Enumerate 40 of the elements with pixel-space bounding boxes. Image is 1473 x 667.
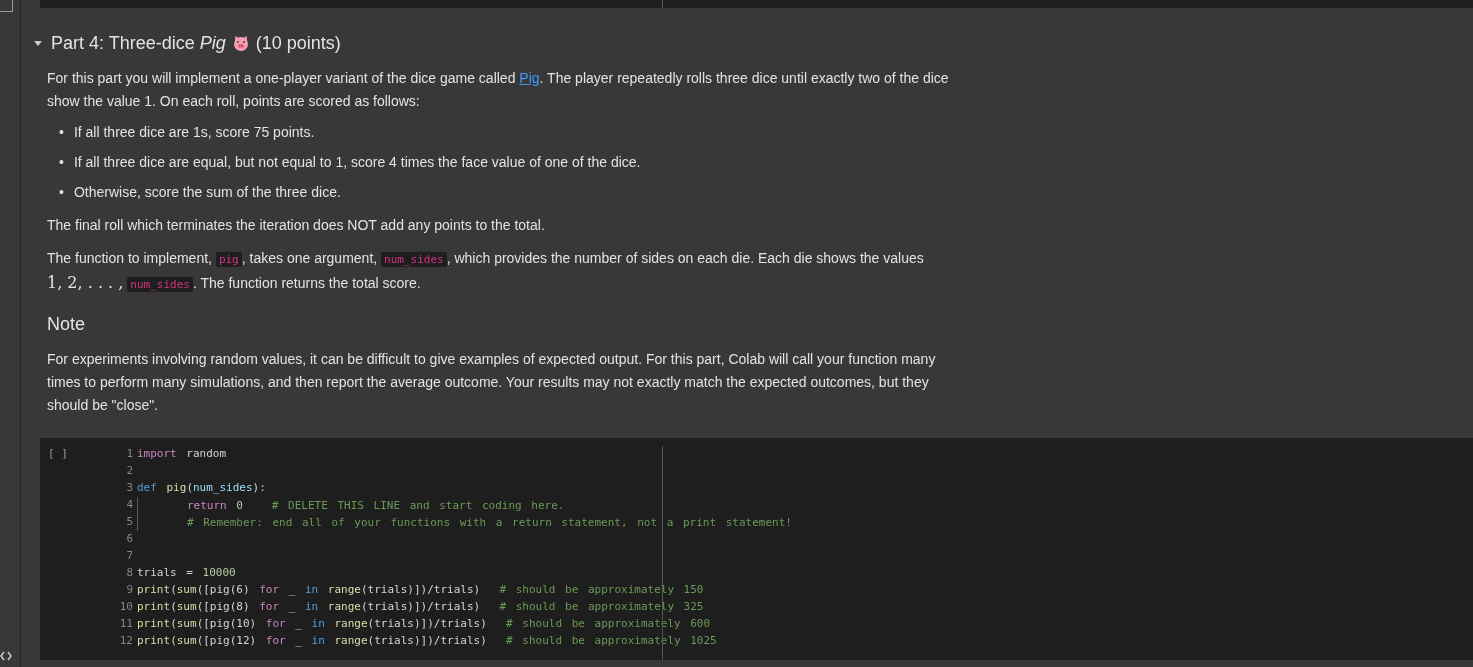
line-number: 8	[125, 565, 134, 581]
function-description: The function to implement, pig , takes one argument, num_sides , which provides the number of sides on each die. Each die shows the values 1, 2, . . . , num_sides . The function returns the total score.	[47, 248, 925, 294]
code-icon[interactable]	[0, 651, 12, 661]
paragraph: The final roll which terminates the iteration does NOT add any points to the total.	[47, 215, 546, 235]
line-number: 3	[125, 480, 134, 496]
line-number: 2	[125, 463, 134, 479]
rule-item: If all three dice are 1s, score 75 points.	[73, 122, 315, 142]
code-line: print(sum([pig(12) for _ in range(trials)])/trials) # should be approximately 1025	[136, 633, 717, 649]
section-points: (10 points)	[255, 31, 341, 55]
rule-item: Otherwise, score the sum of the three dice.	[73, 182, 341, 202]
code-line: # Remember: end all of your functions with a return statement, not a print statement!	[135, 513, 792, 531]
rule-item: If all three dice are equal, but not equal to 1, score 4 times the face value of one of the dice.	[73, 152, 641, 172]
bullet-marker: •	[59, 182, 64, 202]
code-line: print(sum([pig(10) for _ in range(trials)])/trials) # should be approximately 600	[136, 616, 711, 632]
code-line: def pig(num_sides):	[136, 480, 266, 496]
code-line: return 0 # DELETE THIS LINE and start coding here.	[135, 496, 565, 514]
line-number: 6	[125, 531, 134, 547]
note-paragraph: For experiments involving random values, it can be difficult to give examples of expected output. For this part, Colab will call your function many times to perform many simulations, and then report the average outcome. Your results may not exactly match the expected outcomes, but they should be "close".	[47, 349, 937, 415]
bullet-marker: •	[59, 122, 64, 142]
code-cell[interactable]	[40, 437, 1473, 660]
line-number: 7	[125, 548, 134, 564]
code-line: trials = 10000	[136, 565, 236, 581]
cell-bracket	[0, 0, 13, 12]
line-number: 11	[118, 616, 134, 632]
line-number: 5	[125, 514, 134, 530]
line-number: 4	[125, 497, 134, 513]
line-number: 10	[118, 599, 134, 615]
code-line: print(sum([pig(6) for _ in range(trials)])/trials) # should be approximately 150	[136, 582, 704, 598]
note-heading: Note	[47, 312, 87, 336]
line-number: 1	[125, 446, 134, 462]
run-cell-button[interactable]: [ ]	[48, 446, 68, 460]
code-line: import random	[136, 446, 227, 462]
bullet-marker: •	[59, 152, 64, 172]
line-number: 12	[118, 633, 134, 649]
line-number: 9	[125, 582, 134, 598]
pig-face-icon	[231, 34, 250, 53]
section-title: Part 4: Three-dice Pig	[51, 31, 226, 55]
pig-link[interactable]: Pig	[519, 69, 540, 86]
intro-paragraph: For this part you will implement a one-player variant of the dice game called Pig. The player repeatedly rolls three dice until exactly two of the dice show the value 1. On each roll, points are scored as follows:	[47, 68, 950, 111]
code-line: print(sum([pig(8) for _ in range(trials)])/trials) # should be approximately 325	[136, 599, 704, 615]
